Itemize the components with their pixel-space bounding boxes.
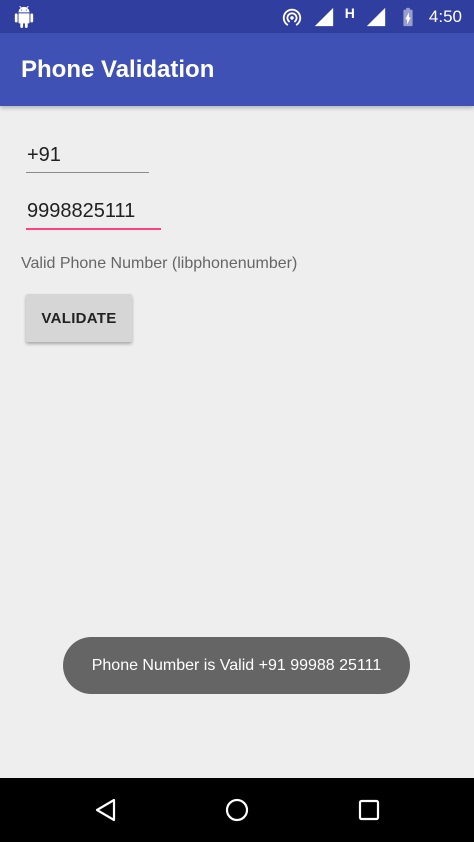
hotspot-icon [282,8,301,26]
navigation-bar [0,778,474,842]
phone-number-input[interactable] [26,198,161,230]
battery-charging-icon [403,7,413,26]
country-code-input[interactable] [26,142,149,173]
home-icon[interactable] [223,796,251,824]
app-title: Phone Validation [21,56,215,83]
status-time: 4:50 [428,6,462,26]
validate-button[interactable]: VALIDATE [26,294,132,342]
signal-icon [314,7,333,26]
status-bar: H 4:50 [0,0,474,33]
validation-result-label: Valid Phone Number (libphonenumber) [21,255,298,272]
network-type-label: H [344,4,355,21]
status-icons: H 4:50 [281,0,462,33]
app-bar: Phone Validation [0,33,474,106]
recents-icon[interactable] [355,796,383,824]
signal-icon [366,7,386,26]
back-icon[interactable] [92,796,120,824]
toast-message: Phone Number is Valid +91 99988 25111 [63,637,410,694]
android-icon [14,6,34,28]
